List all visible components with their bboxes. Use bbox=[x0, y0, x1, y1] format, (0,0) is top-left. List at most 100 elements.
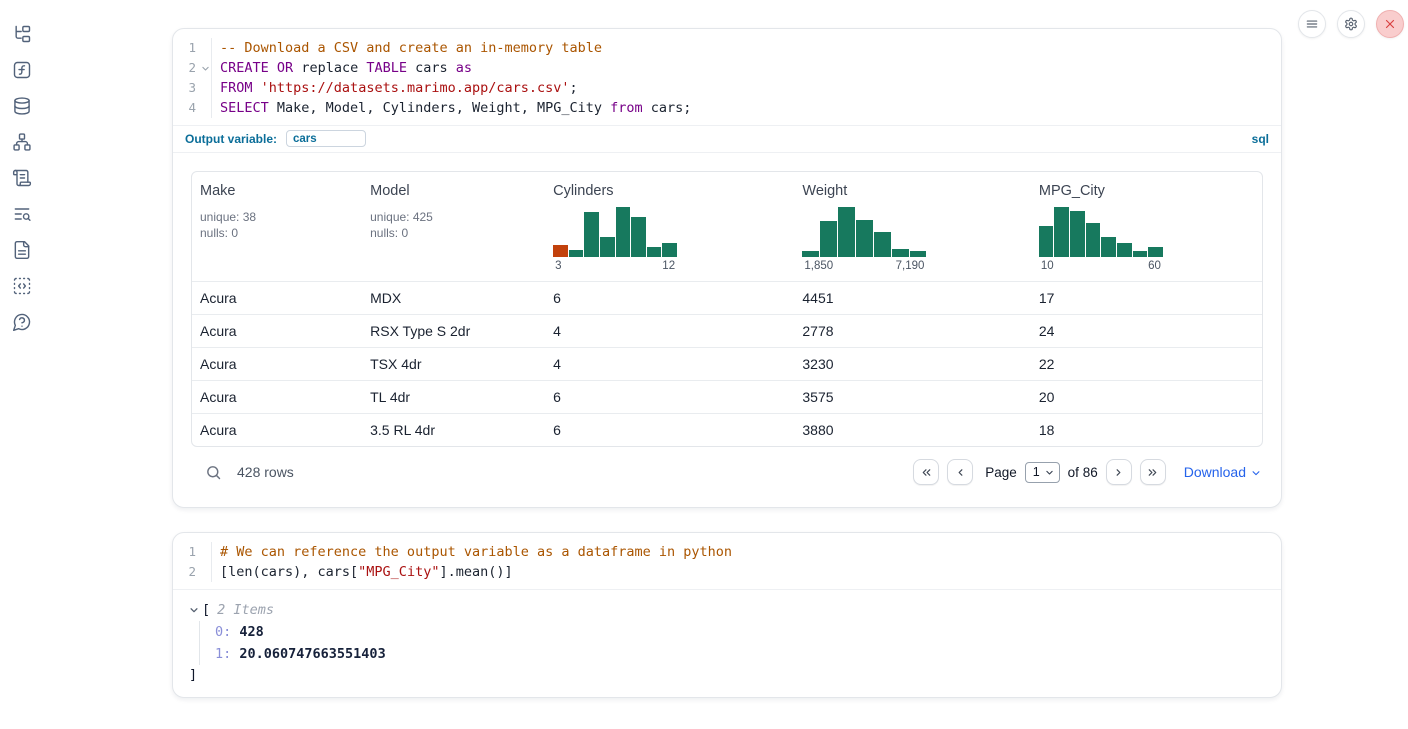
fold-toggle-icon[interactable] bbox=[199, 58, 212, 78]
column-header-mpg_city[interactable]: MPG_City1060 bbox=[1031, 172, 1262, 281]
sql-cell: 1 -- Download a CSV and create an in-memo… bbox=[172, 28, 1282, 508]
line-number: 1 bbox=[173, 38, 199, 58]
column-histogram bbox=[1039, 207, 1163, 257]
column-title: Model bbox=[370, 183, 537, 199]
sql-code-editor[interactable]: 1 -- Download a CSV and create an in-memo… bbox=[173, 29, 1281, 125]
table-cell: 4 bbox=[545, 348, 794, 380]
previous-page-button[interactable] bbox=[947, 459, 973, 485]
sidebar-item-help[interactable] bbox=[12, 312, 32, 332]
line-number: 2 bbox=[173, 562, 199, 582]
column-header-model[interactable]: Modelunique: 425nulls: 0 bbox=[362, 172, 545, 281]
first-page-button[interactable] bbox=[913, 459, 939, 485]
sidebar-item-variables[interactable] bbox=[12, 60, 32, 80]
histogram-bar bbox=[600, 237, 615, 257]
search-icon[interactable] bbox=[205, 464, 222, 481]
row-count: 428 rows bbox=[237, 464, 294, 480]
column-header-weight[interactable]: Weight 1,850 7,190 bbox=[794, 172, 1030, 281]
line-number: 2 bbox=[173, 58, 199, 78]
sidebar-item-file-explorer[interactable] bbox=[12, 24, 32, 44]
table-row[interactable]: Acura3.5 RL 4dr6388018 bbox=[192, 413, 1262, 446]
histogram-bar bbox=[856, 220, 873, 258]
sidebar-item-snippets[interactable] bbox=[12, 276, 32, 296]
sidebar-item-dependency-graph[interactable] bbox=[12, 132, 32, 152]
tree-key: 0: bbox=[215, 624, 231, 640]
gutter-spacer bbox=[199, 98, 212, 118]
next-page-button[interactable] bbox=[1106, 459, 1132, 485]
column-title: Cylinders bbox=[553, 183, 786, 199]
language-badge[interactable]: sql bbox=[1252, 132, 1269, 146]
last-page-button[interactable] bbox=[1140, 459, 1166, 485]
axis-tick-min: 1,850 bbox=[804, 260, 833, 272]
histogram-bar bbox=[910, 251, 927, 257]
histogram-bar bbox=[892, 249, 909, 258]
column-stat: nulls: 0 bbox=[200, 225, 354, 241]
table-cell: 18 bbox=[1031, 414, 1262, 446]
table-row[interactable]: AcuraTL 4dr6357520 bbox=[192, 380, 1262, 413]
sidebar-item-scratchpad[interactable] bbox=[12, 168, 32, 188]
file-tree-icon bbox=[12, 24, 32, 44]
table-cell: Acura bbox=[192, 381, 362, 413]
axis-tick-max: 7,190 bbox=[896, 260, 925, 272]
table-row[interactable]: AcuraMDX6445117 bbox=[192, 281, 1262, 314]
line-number: 3 bbox=[173, 78, 199, 98]
sql-cell-output: Makeunique: 38nulls: 0 Model unique: 425 nu… bbox=[173, 153, 1281, 507]
sidebar-item-logs[interactable] bbox=[12, 204, 32, 224]
list-search-icon bbox=[12, 204, 32, 224]
tree-key: 1: bbox=[215, 646, 231, 662]
settings-button[interactable] bbox=[1337, 10, 1365, 38]
database-icon bbox=[12, 96, 32, 116]
column-header-cylinders[interactable]: Cylinders 312 bbox=[545, 172, 794, 281]
table-cell: Acura bbox=[192, 315, 362, 347]
output-variable-input[interactable] bbox=[286, 130, 366, 147]
histogram-bar bbox=[1117, 243, 1132, 257]
python-code-editor[interactable]: 1# We can reference the output variable … bbox=[173, 533, 1281, 589]
output-variable-bar: Output variable: sql bbox=[173, 125, 1281, 153]
tree-entry: 1: 20.060747663551403 bbox=[215, 643, 1265, 665]
axis-tick-max: 12 bbox=[662, 260, 675, 272]
table-cell: Acura bbox=[192, 414, 362, 446]
code-line[interactable]: 1# We can reference the output variable … bbox=[173, 542, 1281, 562]
histogram-bar bbox=[820, 221, 837, 257]
collapse-toggle-icon[interactable] bbox=[189, 605, 199, 615]
gutter-spacer bbox=[199, 562, 212, 582]
table-cell: 6 bbox=[545, 414, 794, 446]
histogram-bar bbox=[584, 212, 599, 257]
page-select[interactable]: 1 bbox=[1025, 462, 1060, 483]
notebook: 1 -- Download a CSV and create an in-memo… bbox=[172, 28, 1282, 698]
code-text: FROM 'https://datasets.marimo.app/cars.c… bbox=[212, 78, 578, 98]
column-header-make[interactable]: Makeunique: 38nulls: 0 bbox=[192, 172, 362, 281]
table-cell: TSX 4dr bbox=[362, 348, 545, 380]
code-line[interactable]: 3 FROM 'https://datasets.marimo.app/cars.… bbox=[173, 78, 1281, 98]
table-row[interactable]: AcuraRSX Type S 2dr4277824 bbox=[192, 314, 1262, 347]
column-histogram bbox=[802, 207, 926, 257]
histogram-bar bbox=[662, 243, 677, 257]
code-line[interactable]: 4SELECT Make, Model, Cylinders, Weight, … bbox=[173, 98, 1281, 118]
download-button[interactable]: Download bbox=[1184, 464, 1261, 480]
tree-entry: 0: 428 bbox=[215, 621, 1265, 643]
chevron-down-icon bbox=[1045, 468, 1054, 477]
sidebar-item-documentation[interactable] bbox=[12, 240, 32, 260]
menu-button[interactable] bbox=[1298, 10, 1326, 38]
close-bracket: ] bbox=[189, 667, 1265, 683]
code-line[interactable]: 2CREATE OR replace TABLE cars as bbox=[173, 58, 1281, 78]
histogram-bar bbox=[1070, 211, 1085, 257]
histogram-axis: 1060 bbox=[1039, 260, 1163, 272]
shutdown-button[interactable] bbox=[1376, 10, 1404, 38]
table-row[interactable]: AcuraTSX 4dr4323022 bbox=[192, 347, 1262, 380]
code-text: -- Download a CSV and create an in-memor… bbox=[212, 38, 602, 58]
chevron-left-icon bbox=[954, 466, 967, 479]
code-line[interactable]: 1 -- Download a CSV and create an in-memo… bbox=[173, 38, 1281, 58]
items-count-label: 2 Items bbox=[217, 602, 274, 618]
column-title: Weight bbox=[802, 183, 1022, 199]
sidebar-item-datasources[interactable] bbox=[12, 96, 32, 116]
chevron-right-icon bbox=[1112, 466, 1125, 479]
column-stat: unique: 425 bbox=[370, 209, 537, 225]
histogram-axis: 312 bbox=[553, 260, 677, 272]
axis-tick-max: 60 bbox=[1148, 260, 1161, 272]
chevron-down-icon bbox=[1251, 468, 1261, 478]
sidebar bbox=[0, 0, 48, 729]
code-box-icon bbox=[12, 276, 32, 296]
table-cell: 17 bbox=[1031, 282, 1262, 314]
histogram-axis: 1,850 7,190 bbox=[802, 260, 926, 272]
code-line[interactable]: 2[len(cars), cars["MPG_City"].mean()] bbox=[173, 562, 1281, 582]
